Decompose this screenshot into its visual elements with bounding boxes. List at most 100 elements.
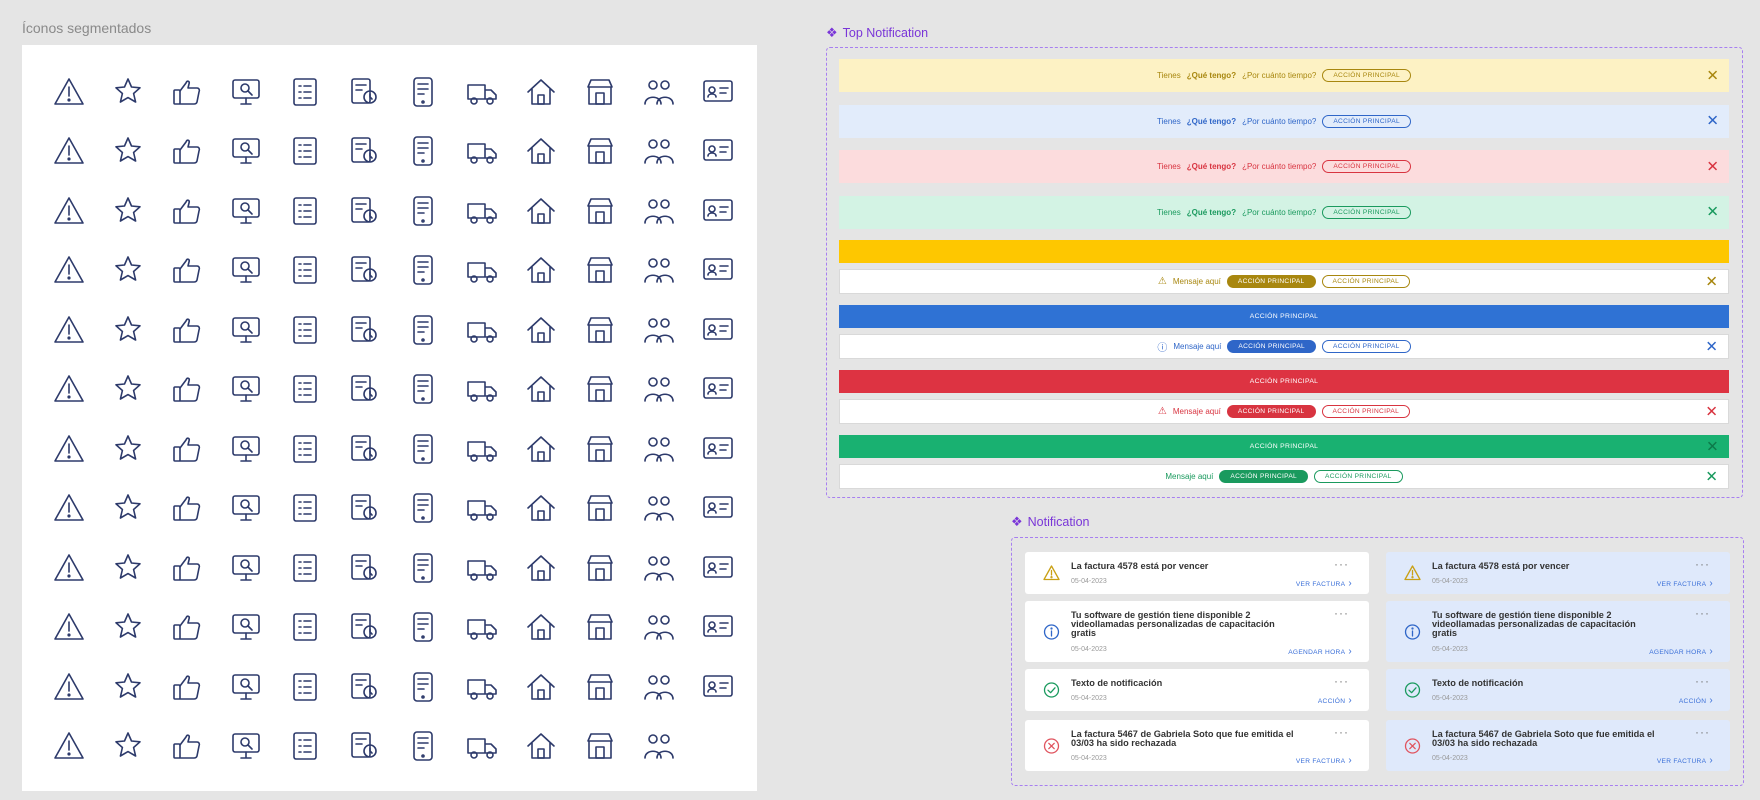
message-bar: ⚠ Mensaje aquí ACCIÓN PRINCIPAL ACCIÓN PRIN… xyxy=(839,399,1729,424)
secondary-action-button[interactable]: ACCIÓN PRINCIPAL xyxy=(1321,405,1411,418)
message-text: Mensaje aquí xyxy=(1173,342,1222,351)
notification-card[interactable]: Texto de notificación 05-04-2023 ··· ACCIÓN… xyxy=(1386,669,1730,711)
truck-icon xyxy=(452,62,511,122)
close-icon[interactable]: ✕ xyxy=(1706,114,1719,129)
fingerprint-icon xyxy=(688,419,747,479)
top-notification-title: ❖ Top Notification xyxy=(826,25,928,41)
close-icon[interactable]: ✕ xyxy=(1705,274,1718,289)
notification-action-link[interactable]: VER FACTURA › xyxy=(1296,755,1352,766)
house-money-icon xyxy=(275,181,334,241)
secondary-action-button[interactable]: ACCIÓN PRINCIPAL xyxy=(1314,470,1403,483)
primary-action-button[interactable]: ACCIÓN PRINCIPAL xyxy=(1322,160,1411,173)
primary-action-button[interactable]: ACCIÓN PRINCIPAL xyxy=(1219,470,1309,483)
star-badge-icon xyxy=(98,62,157,122)
more-options-icon[interactable]: ··· xyxy=(1695,726,1710,738)
chevron-right-icon xyxy=(275,241,334,301)
close-icon[interactable]: ✕ xyxy=(1706,205,1719,220)
notification-title: Texto de notificación xyxy=(1071,678,1163,688)
chevron-right-circle-icon xyxy=(216,241,275,301)
notification-action-link[interactable]: VER FACTURA › xyxy=(1657,578,1713,589)
primary-action-button[interactable]: ACCIÓN PRINCIPAL xyxy=(1322,114,1411,128)
notification-card[interactable]: La factura 4578 está por vencer 05-04-202… xyxy=(1025,552,1369,594)
calendar-icon xyxy=(334,241,393,301)
more-options-icon[interactable]: ··· xyxy=(1695,607,1710,619)
chevron-right-icon: › xyxy=(1706,578,1713,589)
notification-card[interactable]: La factura 5467 de Gabriela Soto que fue… xyxy=(1386,720,1730,771)
info-icon xyxy=(1404,623,1421,640)
stopwatch-icon xyxy=(39,419,98,479)
money-growth-icon xyxy=(629,300,688,360)
chevron-right-icon: › xyxy=(1345,646,1352,657)
shield-hand-icon xyxy=(629,181,688,241)
info-icon: ⓘ xyxy=(1157,343,1168,354)
warning-icon: ⚠ xyxy=(1157,406,1167,417)
more-options-icon[interactable]: ··· xyxy=(1334,558,1349,570)
close-icon[interactable]: ✕ xyxy=(1705,469,1718,484)
color-strip[interactable]: ACCIÓN PRINCIPAL ✕ xyxy=(839,435,1729,458)
user-support-icon xyxy=(452,300,511,360)
notification-action-link[interactable]: VER FACTURA › xyxy=(1296,578,1352,589)
id-photo-icon xyxy=(334,360,393,420)
more-options-icon[interactable]: ··· xyxy=(1695,558,1710,570)
notification-action-link[interactable]: VER FACTURA › xyxy=(1657,755,1713,766)
invoice-icon xyxy=(570,479,629,539)
invoice-settings-icon xyxy=(98,538,157,598)
bar-lead-text: Tienes xyxy=(1157,116,1181,126)
more-options-icon[interactable]: ··· xyxy=(1334,726,1349,738)
percent-badge-icon xyxy=(157,181,216,241)
notification-card[interactable]: La factura 4578 está por vencer 05-04-202… xyxy=(1386,552,1730,594)
notification-card[interactable]: Tu software de gestión tiene disponible … xyxy=(1025,601,1369,662)
notification-action-link[interactable]: ACCIÓN › xyxy=(1679,695,1713,706)
color-strip[interactable]: ACCIÓN PRINCIPAL xyxy=(839,305,1729,328)
notification-card[interactable]: Tu software de gestión tiene disponible … xyxy=(1386,601,1730,662)
invoice-list-icon xyxy=(688,479,747,539)
more-options-icon[interactable]: ··· xyxy=(1695,675,1710,687)
user-question-icon xyxy=(275,300,334,360)
primary-action-button[interactable]: ACCIÓN PRINCIPAL xyxy=(1322,205,1411,219)
handshake-icon xyxy=(39,241,98,301)
house-icon xyxy=(511,62,570,122)
primary-action-button[interactable]: ACCIÓN PRINCIPAL xyxy=(1322,69,1411,82)
bar-lead-text: Tienes xyxy=(1157,71,1181,80)
secondary-action-button[interactable]: ACCIÓN PRINCIPAL xyxy=(1322,340,1411,353)
primary-action-button[interactable]: ACCIÓN PRINCIPAL xyxy=(1227,340,1317,353)
more-options-icon[interactable]: ··· xyxy=(1334,675,1349,687)
notification-action-label: VER FACTURA xyxy=(1656,758,1707,765)
money-hand-icon xyxy=(98,241,157,301)
color-strip[interactable]: ACCIÓN PRINCIPAL xyxy=(839,370,1729,393)
checklist-icon xyxy=(275,62,334,122)
cloud-server-icon xyxy=(334,598,393,658)
bar-question-text: ¿Qué tengo? xyxy=(1186,71,1237,80)
notification-card[interactable]: Texto de notificación 05-04-2023 ··· ACCIÓN… xyxy=(1025,669,1369,711)
clock-icon xyxy=(334,419,393,479)
coin-hand-icon xyxy=(511,538,570,598)
primary-action-button[interactable]: ACCIÓN PRINCIPAL xyxy=(1226,405,1316,418)
close-icon[interactable]: ✕ xyxy=(1706,68,1719,83)
payment-screen-icon xyxy=(511,360,570,420)
close-icon[interactable]: ✕ xyxy=(1705,339,1718,354)
notification-card[interactable]: La factura 5467 de Gabriela Soto que fue… xyxy=(1025,720,1369,771)
more-options-icon[interactable]: ··· xyxy=(1334,607,1349,619)
close-icon[interactable]: ✕ xyxy=(1705,404,1718,419)
notification-action-link[interactable]: AGENDAR HORA › xyxy=(1649,646,1713,657)
money-hand-icon xyxy=(452,538,511,598)
close-icon[interactable]: ✕ xyxy=(1706,439,1719,454)
chevron-right-icon: › xyxy=(1706,695,1713,706)
notification-action-label: AGENDAR HORA xyxy=(1288,649,1346,656)
cash-register-icon xyxy=(570,657,629,717)
folder-timer-icon xyxy=(216,538,275,598)
notification-action-link[interactable]: ACCIÓN › xyxy=(1318,695,1352,706)
browser-settings-icon xyxy=(511,657,570,717)
strip-action-label: ACCIÓN PRINCIPAL xyxy=(1249,378,1319,385)
strip-action-label: ACCIÓN PRINCIPAL xyxy=(1249,313,1319,320)
mailbox-icon xyxy=(570,598,629,658)
notification-action-link[interactable]: AGENDAR HORA › xyxy=(1288,646,1352,657)
primary-action-button[interactable]: ACCIÓN PRINCIPAL xyxy=(1226,275,1316,288)
money-hand-icon xyxy=(393,181,452,241)
notification-action-label: AGENDAR HORA xyxy=(1649,649,1707,656)
message-text: Mensaje aquí xyxy=(1172,407,1221,416)
notification-date: 05-04-2023 xyxy=(1071,695,1107,702)
browser-list-icon xyxy=(216,360,275,420)
secondary-action-button[interactable]: ACCIÓN PRINCIPAL xyxy=(1321,275,1411,288)
close-icon[interactable]: ✕ xyxy=(1706,159,1719,174)
